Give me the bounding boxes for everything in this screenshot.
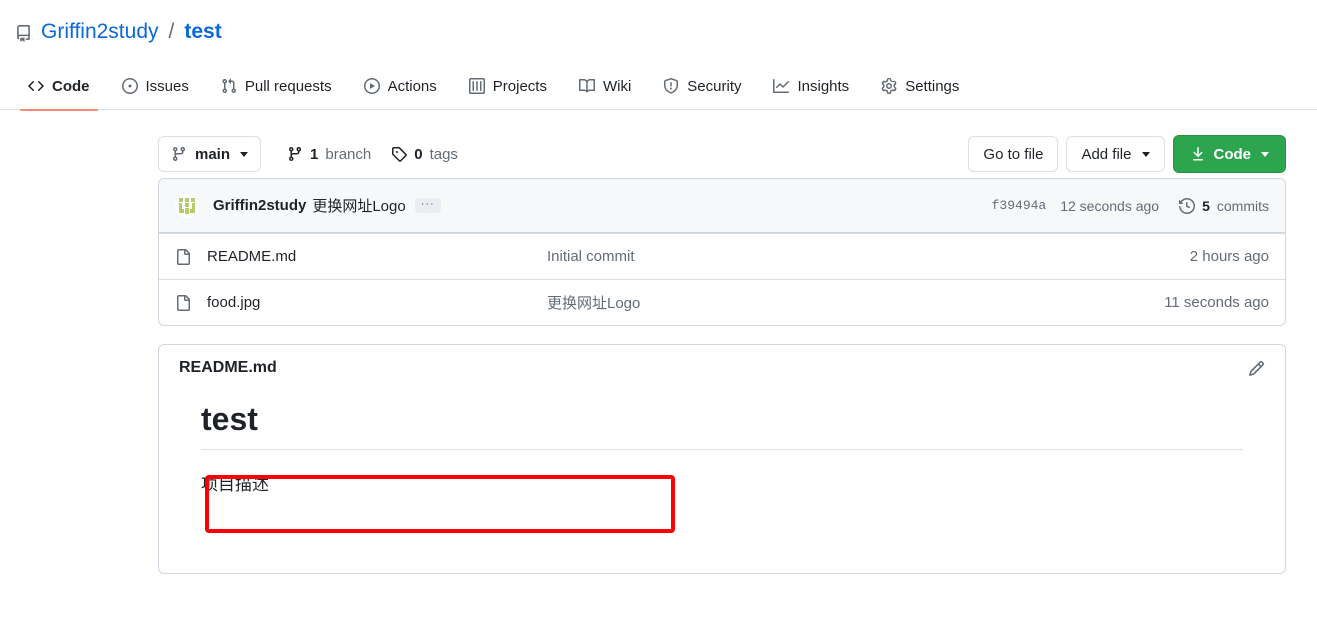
branch-count-link[interactable]: 1 branch: [287, 146, 371, 163]
branch-selector-button[interactable]: main: [158, 136, 262, 172]
table-row[interactable]: food.jpg 更换网址Logo 11 seconds ago: [159, 279, 1285, 325]
tab-settings-label: Settings: [905, 77, 960, 95]
pencil-icon[interactable]: [1248, 360, 1265, 377]
tab-issues-label: Issues: [145, 77, 189, 95]
commits-count-link[interactable]: 5 commits: [1179, 198, 1269, 214]
tab-code[interactable]: Code: [12, 62, 106, 111]
code-button-label: Code: [1213, 145, 1252, 163]
table-row[interactable]: README.md Initial commit 2 hours ago: [159, 233, 1285, 279]
latest-commit-bar: Griffin2study 更换网址Logo ··· f39494a 12 se…: [159, 179, 1285, 233]
repo-header: Griffin2study / test: [0, 0, 1317, 62]
commit-meta: f39494a 12 seconds ago 5 commits: [992, 198, 1269, 214]
commits-count-value: 5: [1202, 197, 1210, 214]
file-icon: [175, 294, 191, 311]
readme-paragraph: 项目描述: [201, 475, 269, 494]
chevron-down-icon: [1141, 151, 1150, 157]
readme-title: README.md: [179, 359, 277, 376]
commit-relative-time: 12 seconds ago: [1060, 197, 1160, 214]
file-commit-time: 2 hours ago: [1189, 248, 1269, 265]
file-name-link[interactable]: food.jpg: [207, 294, 547, 311]
commits-count-label: commits: [1216, 197, 1269, 214]
add-file-button[interactable]: Add file: [1066, 136, 1165, 172]
readme-content: test 项目描述: [159, 385, 1285, 498]
repo-nav: Code Issues Pull requests Actions Projec: [0, 62, 1317, 111]
tab-insights[interactable]: Insights: [757, 62, 865, 110]
file-listing: Griffin2study 更换网址Logo ··· f39494a 12 se…: [158, 178, 1286, 326]
git-branch-icon: [171, 146, 187, 162]
readme-panel: README.md test 项目描述: [158, 344, 1286, 574]
tab-issues[interactable]: Issues: [106, 62, 205, 110]
tag-count-label: tags: [429, 145, 458, 163]
tag-icon: [391, 146, 408, 162]
tab-security[interactable]: Security: [647, 62, 757, 110]
repo-toolbar: main 1 branch 0 tags Go to file Add file…: [158, 130, 1286, 178]
add-file-label: Add file: [1081, 145, 1132, 163]
file-icon: [175, 248, 191, 265]
repo-name-link[interactable]: test: [184, 18, 221, 46]
code-icon: [28, 78, 44, 94]
commit-message-link[interactable]: 更换网址Logo: [312, 195, 405, 216]
file-name-link[interactable]: README.md: [207, 248, 547, 265]
tag-count-value: 0: [414, 145, 423, 163]
breadcrumb: Griffin2study / test: [14, 18, 1317, 46]
file-commit-message[interactable]: Initial commit: [547, 248, 1190, 265]
issue-opened-icon: [121, 78, 138, 94]
repo-owner-link[interactable]: Griffin2study: [41, 18, 159, 46]
toolbar-actions: Go to file Add file Code: [968, 135, 1286, 173]
expand-commit-message-button[interactable]: ···: [414, 198, 441, 213]
tab-pull-requests-label: Pull requests: [244, 77, 332, 95]
tab-actions-label: Actions: [387, 77, 437, 95]
book-icon: [578, 78, 595, 94]
branch-count-label: branch: [325, 145, 372, 163]
avatar[interactable]: [175, 193, 199, 218]
play-icon: [363, 78, 380, 94]
history-icon: [1179, 197, 1196, 214]
download-icon: [1190, 146, 1206, 162]
repo-nav-list: Code Issues Pull requests Actions Projec: [12, 62, 1317, 111]
tab-code-label: Code: [52, 77, 90, 95]
table-icon: [468, 78, 485, 94]
code-button[interactable]: Code: [1172, 135, 1286, 173]
repo-icon: [14, 24, 32, 42]
shield-icon: [663, 78, 679, 94]
chevron-down-icon: [1261, 151, 1269, 157]
branch-count-value: 1: [310, 145, 319, 163]
tab-actions[interactable]: Actions: [348, 62, 453, 110]
tab-insights-label: Insights: [797, 77, 850, 95]
tab-wiki-label: Wiki: [602, 77, 632, 95]
gear-icon: [881, 78, 897, 94]
go-to-file-button[interactable]: Go to file: [968, 136, 1059, 172]
tab-security-label: Security: [687, 77, 742, 95]
tab-projects[interactable]: Projects: [453, 62, 563, 110]
file-commit-message[interactable]: 更换网址Logo: [547, 292, 1164, 313]
repo-content-container: main 1 branch 0 tags Go to file Add file…: [158, 130, 1286, 574]
branch-selector-label: main: [195, 145, 231, 163]
tab-pull-requests[interactable]: Pull requests: [205, 62, 348, 110]
tag-count-link[interactable]: 0 tags: [391, 146, 458, 163]
readme-header: README.md: [159, 345, 1285, 385]
commit-author-link[interactable]: Griffin2study: [213, 197, 306, 214]
file-commit-time: 11 seconds ago: [1164, 294, 1269, 311]
readme-heading: test: [201, 399, 1243, 450]
tab-wiki[interactable]: Wiki: [563, 62, 647, 110]
git-pull-request-icon: [221, 78, 237, 94]
git-branch-icon: [287, 146, 303, 162]
chevron-down-icon: [240, 151, 249, 157]
breadcrumb-separator: /: [168, 20, 175, 43]
graph-icon: [773, 78, 790, 94]
commit-sha-link[interactable]: f39494a: [992, 198, 1047, 213]
tab-settings[interactable]: Settings: [865, 62, 975, 110]
main-content: main 1 branch 0 tags Go to file Add file…: [0, 130, 1317, 574]
tab-projects-label: Projects: [492, 77, 547, 95]
